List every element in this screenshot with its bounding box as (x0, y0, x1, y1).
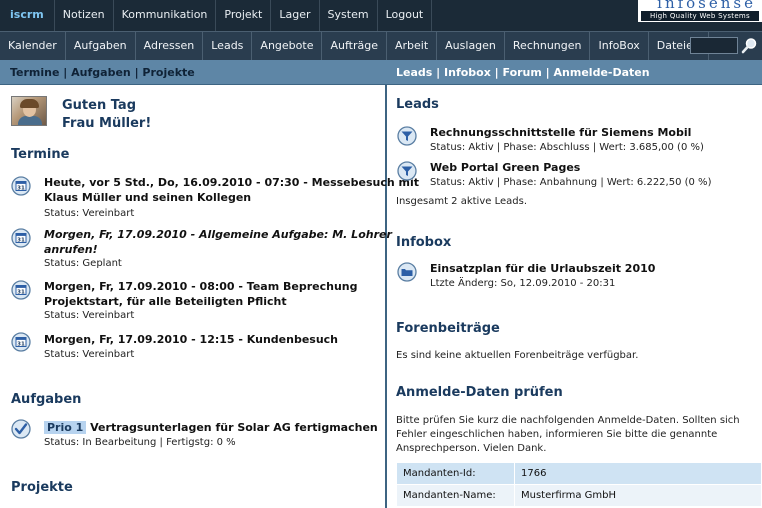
search-input[interactable] (690, 37, 738, 54)
leads-heading: Leads (396, 97, 439, 112)
link-infobox[interactable]: Infobox (444, 66, 491, 79)
nav-kalender[interactable]: Kalender (0, 32, 66, 60)
avatar (11, 96, 47, 126)
table-cell-label: Mandanten-Id: (396, 462, 515, 485)
lead-title[interactable]: Rechnungsschnittstelle für Siemens Mobil (430, 125, 691, 140)
lead-status: Status: Aktiv | Phase: Anbahnung | Wert:… (430, 177, 712, 188)
anmelde-description-line: Bitte prüfen Sie kurz die nachfolgenden … (396, 415, 740, 426)
termin-title-line-2: anrufen! (44, 243, 98, 256)
separator: | (432, 66, 445, 79)
termine-heading: Termine (11, 147, 70, 162)
module-navigation: Kalender Aufgaben Adressen Leads Angebot… (0, 31, 762, 60)
forum-heading: Forenbeiträge (396, 321, 500, 336)
termin-status: Status: Vereinbart (44, 208, 135, 219)
nav-lager[interactable]: Lager (271, 0, 320, 31)
svg-text:31: 31 (17, 342, 25, 348)
termin-title[interactable]: Morgen, Fr, 17.09.2010 - 12:15 - Kundenb… (44, 332, 338, 347)
nav-angebote[interactable]: Angebote (252, 32, 323, 60)
logo-tagline: High Quality Web Systems (641, 11, 759, 21)
svg-text:31: 31 (17, 290, 25, 296)
anmelde-description: Bitte prüfen Sie kurz die nachfolgenden … (396, 414, 740, 456)
termin-title-line-1: Morgen, Fr, 17.09.2010 - Allgemeine Aufg… (44, 228, 392, 241)
forum-empty-text: Es sind keine aktuellen Forenbeiträge ve… (396, 350, 639, 361)
nav-auslagen[interactable]: Auslagen (437, 32, 505, 60)
funnel-icon (397, 161, 417, 181)
termin-title-line-2: Klaus Müller und seinen Kollegen (44, 191, 252, 204)
lead-status: Status: Aktiv | Phase: Abschluss | Wert:… (430, 142, 704, 153)
left-section-links: Termine | Aufgaben | Projekte (10, 66, 195, 79)
svg-text:31: 31 (17, 186, 25, 192)
checkmark-icon (11, 419, 31, 439)
greeting-line-1: Guten Tag (62, 98, 137, 113)
priority-badge: Prio 1 (44, 421, 87, 434)
leads-summary: Insgesamt 2 aktive Leads. (396, 196, 527, 207)
calendar-icon: 31 (11, 332, 31, 352)
table-cell-value: Musterfirma GmbH (514, 484, 762, 507)
separator: | (130, 66, 143, 79)
nav-projekt[interactable]: Projekt (216, 0, 272, 31)
termin-status: Status: Geplant (44, 258, 122, 269)
termin-status: Status: Vereinbart (44, 349, 135, 360)
company-logo: infosense High Quality Web Systems (638, 0, 762, 22)
nav-kommunikation[interactable]: Kommunikation (114, 0, 217, 31)
infobox-item-title[interactable]: Einsatzplan für die Urlaubszeit 2010 (430, 261, 655, 276)
projekte-heading: Projekte (11, 480, 73, 495)
nav-adressen[interactable]: Adressen (136, 32, 204, 60)
svg-text:31: 31 (17, 238, 25, 244)
termin-title-line-1: Morgen, Fr, 17.09.2010 - 08:00 - Team Be… (44, 280, 358, 293)
anmelde-description-line: Fehler eingeschlichen haben, informieren… (396, 429, 718, 440)
nav-rechnungen[interactable]: Rechnungen (505, 32, 591, 60)
brand-link[interactable]: iscrm (0, 0, 55, 31)
infobox-heading: Infobox (396, 235, 452, 250)
separator: | (490, 66, 503, 79)
nav-aufgaben[interactable]: Aufgaben (66, 32, 136, 60)
link-projekte[interactable]: Projekte (142, 66, 194, 79)
link-aufgaben[interactable]: Aufgaben (71, 66, 131, 79)
lead-title[interactable]: Web Portal Green Pages (430, 160, 580, 175)
termin-title[interactable]: Morgen, Fr, 17.09.2010 - Allgemeine Aufg… (44, 227, 392, 257)
calendar-icon: 31 (11, 280, 31, 300)
separator: | (59, 66, 72, 79)
table-row: Mandanten-Id: 1766 (396, 462, 762, 485)
table-row: Mandanten-Name: Musterfirma GmbH (396, 484, 762, 507)
link-anmelde-daten[interactable]: Anmelde-Daten (554, 66, 650, 79)
termin-title[interactable]: Morgen, Fr, 17.09.2010 - 08:00 - Team Be… (44, 279, 358, 309)
table-cell-value: 1766 (514, 462, 762, 485)
calendar-icon: 31 (11, 228, 31, 248)
termin-title[interactable]: Heute, vor 5 Std., Do, 16.09.2010 - 07:3… (44, 175, 419, 205)
folder-icon (397, 262, 417, 282)
greeting-line-2: Frau Müller! (62, 116, 152, 131)
nav-arbeit[interactable]: Arbeit (387, 32, 438, 60)
column-divider (385, 85, 387, 508)
nav-notizen[interactable]: Notizen (55, 0, 114, 31)
termin-title-line-1: Heute, vor 5 Std., Do, 16.09.2010 - 07:3… (44, 176, 420, 189)
task-title[interactable]: Prio 1 Vertragsunterlagen für Solar AG f… (44, 420, 378, 435)
link-forum[interactable]: Forum (503, 66, 542, 79)
table-cell-label: Mandanten-Name: (396, 484, 515, 507)
termin-title-line-2: Projektstart, für alle Beteiligten Pflic… (44, 295, 287, 308)
link-termine[interactable]: Termine (10, 66, 59, 79)
nav-logout[interactable]: Logout (378, 0, 433, 31)
termin-status: Status: Vereinbart (44, 310, 135, 321)
nav-auftraege[interactable]: Aufträge (322, 32, 387, 60)
funnel-icon (397, 126, 417, 146)
task-status: Status: In Bearbeitung | Fertigstg: 0 % (44, 437, 236, 448)
anmelde-description-line: Ansprechperson. Vielen Dank. (396, 443, 547, 454)
greeting: Guten Tag Frau Müller! (62, 97, 151, 133)
infobox-item-meta: Ltzte Änderg: So, 12.09.2010 - 20:31 (430, 278, 616, 289)
calendar-icon: 31 (11, 176, 31, 196)
nav-system[interactable]: System (320, 0, 378, 31)
section-header: Termine | Aufgaben | Projekte Leads | In… (0, 60, 762, 85)
right-section-links: Leads | Infobox | Forum | Anmelde-Daten (396, 66, 650, 79)
task-text: Vertragsunterlagen für Solar AG fertigma… (86, 421, 378, 434)
link-leads[interactable]: Leads (396, 66, 432, 79)
nav-infobox[interactable]: InfoBox (590, 32, 649, 60)
nav-leads[interactable]: Leads (203, 32, 253, 60)
anmelde-heading: Anmelde-Daten prüfen (396, 385, 563, 400)
search-icon[interactable] (741, 37, 758, 54)
aufgaben-heading: Aufgaben (11, 392, 82, 407)
anmelde-data-table: Mandanten-Id: 1766 Mandanten-Name: Muste… (396, 462, 762, 507)
separator: | (541, 66, 554, 79)
